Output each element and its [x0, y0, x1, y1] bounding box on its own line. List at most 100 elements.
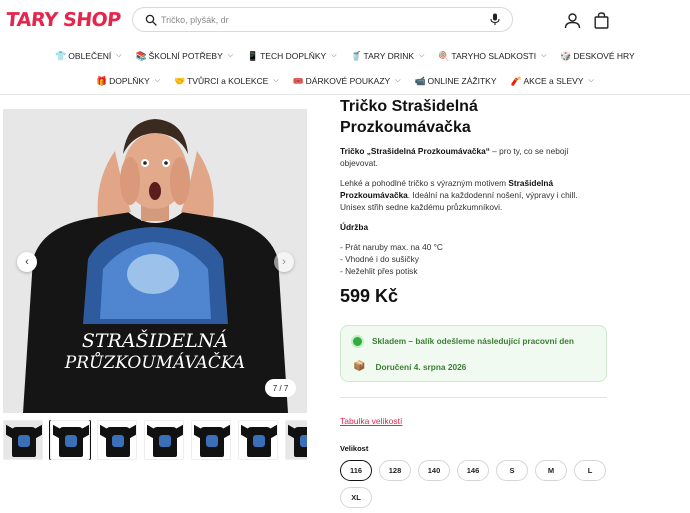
search-icon[interactable]: [145, 13, 157, 31]
nav-item-deskove-hry[interactable]: 🎲 DESKOVÉ HRY: [560, 49, 634, 63]
main-nav-row-1: 👕 OBLEČENÍ ⌵ 📚 ŠKOLNÍ POTŘEBY ⌵ 📱 TECH DOPLŇK…: [0, 49, 690, 63]
bag-icon[interactable]: [594, 12, 609, 34]
thumbnail-print: [253, 435, 265, 447]
thumbnail-print: [206, 435, 218, 447]
print-text-line-1: STRAŠIDELNÁ: [82, 329, 228, 352]
care-heading: Údržba: [340, 222, 369, 232]
nav-label: DÁRKOVÉ POUKAZY: [305, 76, 391, 86]
thumbnail-print: [18, 435, 30, 447]
nav-label: DESKOVÉ HRY: [573, 51, 635, 61]
nav-item-darkove-poukazy[interactable]: 🎟️ DÁRKOVÉ POUKAZY ⌵: [293, 74, 401, 88]
delivery-info: 📦 Doručení 4. srpna 2026: [353, 361, 466, 372]
size-option[interactable]: 140: [418, 460, 450, 481]
gallery-thumbnail[interactable]: [144, 420, 184, 460]
in-stock-dot-icon: [353, 336, 362, 346]
chevron-down-icon: ⌵: [227, 52, 234, 59]
firecracker-icon: 🧨: [510, 75, 522, 86]
care-line: - Nežehlit přes potisk: [340, 266, 418, 276]
size-option[interactable]: 116: [340, 460, 372, 481]
drink-icon: 🥤: [350, 50, 362, 61]
product-gallery[interactable]: STRAŠIDELNÁ PRŮZKOUMÁVAČKA ‹ › 7 / 7: [3, 109, 307, 413]
gallery-thumbnail[interactable]: [3, 420, 43, 460]
nav-label: TARYHO SLADKOSTI: [451, 51, 537, 61]
candy-icon: 🍭: [438, 50, 450, 61]
gallery-thumbnail[interactable]: [97, 420, 137, 460]
chevron-left-icon: ‹: [25, 256, 29, 268]
nav-item-online-zazitky[interactable]: 📹 ONLINE ZÁŽITKY: [415, 74, 497, 88]
size-chart-link[interactable]: Tabulka velikostí: [340, 416, 402, 426]
gallery-counter: 7 / 7: [265, 379, 296, 397]
nav-item-tary-drink[interactable]: 🥤 TARY DRINK ⌵: [351, 49, 425, 63]
account-icon[interactable]: [564, 12, 581, 34]
logo[interactable]: TARY SHOP: [5, 9, 122, 31]
stock-text: Skladem – balík odešleme následující pra…: [372, 336, 574, 346]
care-line: - Prát naruby max. na 40 °C: [340, 242, 443, 252]
chevron-down-icon: ⌵: [395, 77, 401, 84]
handshake-icon: 🤝: [174, 75, 186, 86]
gallery-thumbnail[interactable]: [285, 420, 307, 460]
delivery-text: Doručení 4. srpna 2026: [375, 361, 467, 372]
size-option[interactable]: S: [496, 460, 528, 481]
care-line: - Vhodné i do sušičky: [340, 254, 419, 264]
shirt-icon: 👕: [55, 50, 67, 61]
chevron-down-icon: ⌵: [116, 52, 122, 59]
gallery-thumbnail[interactable]: [238, 420, 278, 460]
search-bar[interactable]: [132, 7, 513, 32]
stock-info-box: Skladem – balík odešleme následující pra…: [340, 325, 607, 382]
chevron-right-icon: ›: [282, 256, 286, 268]
main-nav-row-2: 🎁 DOPLŇKY ⌵ 🤝 TVŮRCI a KOLEKCE ⌵ 🎟️ DÁRKOVÉ P…: [0, 74, 690, 88]
nav-item-skolni-potreby[interactable]: 📚 ŠKOLNÍ POTŘEBY ⌵: [136, 49, 233, 63]
chevron-down-icon: ⌵: [419, 52, 425, 59]
phone-icon: 📱: [247, 50, 259, 61]
nav-item-tvurci-a-kolekce[interactable]: 🤝 TVŮRCI a KOLEKCE ⌵: [174, 74, 279, 88]
size-label: Velikost: [340, 444, 369, 453]
thumbnail-print: [159, 435, 171, 447]
gallery-thumbnail[interactable]: [191, 420, 231, 460]
size-option[interactable]: 146: [457, 460, 489, 481]
product-photo: STRAŠIDELNÁ PRŮZKOUMÁVAČKA: [3, 109, 307, 413]
thumbnail-strip: [3, 420, 307, 460]
gift-icon: 🎁: [96, 75, 108, 86]
dice-icon: 🎲: [560, 50, 572, 61]
size-option[interactable]: M: [535, 460, 567, 481]
size-options: 116 128 140 146 S M L XL: [340, 460, 610, 508]
intro-bold: Tričko „Strašidelná Prozkoumávačka“: [340, 146, 490, 156]
search-input[interactable]: [161, 11, 481, 29]
nav-label: OBLEČENÍ: [68, 51, 112, 61]
chevron-down-icon: ⌵: [588, 77, 594, 84]
gallery-thumbnail[interactable]: [49, 420, 91, 460]
size-option[interactable]: XL: [340, 487, 372, 508]
divider: [340, 397, 607, 398]
nav-label: AKCE a SLEVY: [523, 76, 584, 86]
nav-item-doplnky[interactable]: 🎁 DOPLŇKY ⌵: [96, 74, 160, 88]
package-icon: 📦: [353, 361, 366, 372]
thumbnail-print: [112, 435, 124, 447]
nav-item-akce-a-slevy[interactable]: 🧨 AKCE a SLEVY ⌵: [511, 74, 594, 88]
thumbnail-print: [65, 435, 77, 447]
site-header: TARY SHOP 👕OBLEČENÍ⌵ 📚ŠKOLNÍ POTŘEBY⌵ 📱T…: [0, 0, 690, 95]
size-option[interactable]: L: [574, 460, 606, 481]
product-price: 599 Kč: [340, 286, 399, 306]
chevron-down-icon: ⌵: [331, 52, 337, 59]
nav-item-tech-doplnky[interactable]: 📱 TECH DOPLŇKY ⌵: [247, 49, 336, 63]
desc-part-a: Lehké a pohodlné tričko s výrazným motiv…: [340, 178, 509, 188]
chevron-down-icon: ⌵: [273, 77, 279, 84]
nav-item-obleceni[interactable]: 👕 OBLEČENÍ ⌵: [55, 49, 121, 63]
nav-label: TARY DRINK: [363, 51, 415, 61]
nav-label: ONLINE ZÁŽITKY: [427, 76, 497, 86]
books-icon: 📚: [135, 50, 147, 61]
print-text-line-2: PRŮZKOUMÁVAČKA: [64, 352, 245, 373]
product-title: Tričko Strašidelná Prozkoumávačka: [340, 98, 478, 136]
camera-icon: 📹: [414, 75, 426, 86]
nav-item-taryho-sladkosti[interactable]: 🍭 TARYHO SLADKOSTI ⌵: [438, 49, 546, 63]
size-option[interactable]: 128: [379, 460, 411, 481]
mic-icon[interactable]: [490, 13, 500, 31]
nav-label: DOPLŇKY: [109, 76, 150, 86]
chevron-down-icon: ⌵: [154, 77, 161, 84]
chevron-down-icon: ⌵: [541, 52, 547, 59]
thumbnail-print: [300, 435, 307, 447]
gallery-prev-button[interactable]: ‹: [17, 252, 37, 272]
nav-label: ŠKOLNÍ POTŘEBY: [148, 51, 223, 61]
gallery-next-button[interactable]: ›: [274, 252, 294, 272]
nav-label: TECH DOPLŇKY: [260, 51, 327, 61]
